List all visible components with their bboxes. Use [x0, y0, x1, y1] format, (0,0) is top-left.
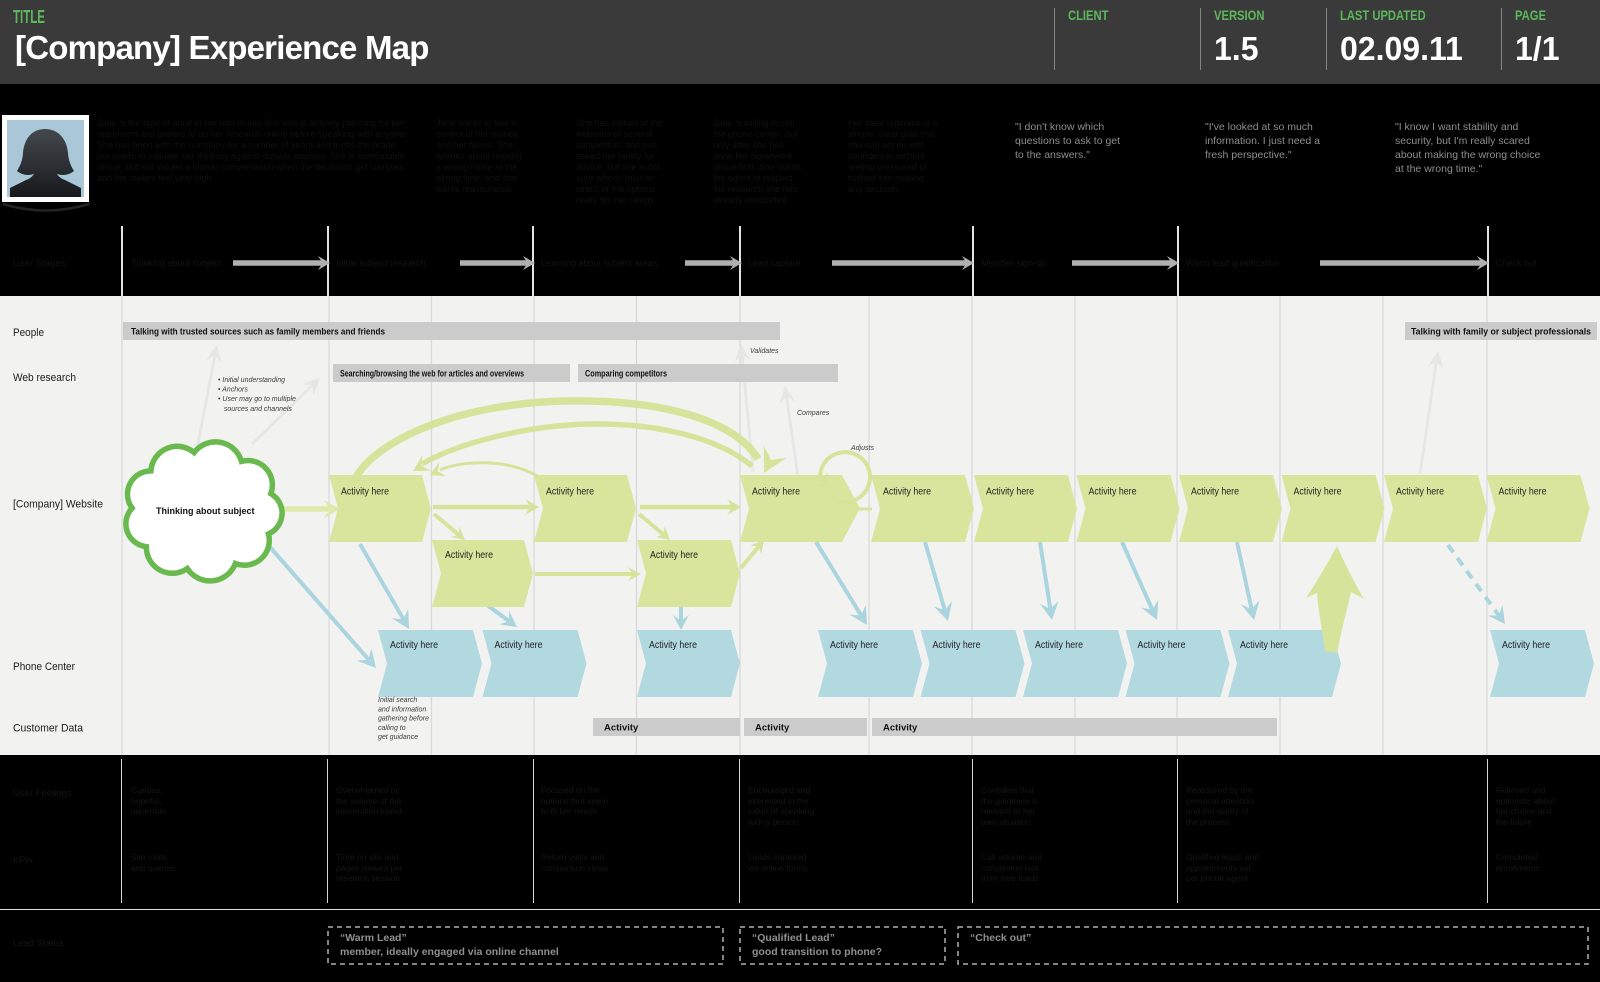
- svg-text:Customer Data: Customer Data: [13, 723, 84, 735]
- svg-text:People: People: [13, 327, 44, 339]
- svg-text:Activity here: Activity here: [933, 640, 981, 651]
- svg-text:Activity here: Activity here: [445, 550, 493, 561]
- svg-text:Thinking about subject: Thinking about subject: [131, 258, 222, 268]
- svg-text:Activity here: Activity here: [830, 640, 878, 651]
- svg-text:Talking with trusted sources s: Talking with trusted sources such as fam…: [131, 327, 385, 338]
- svg-text:[Company] Website: [Company] Website: [13, 499, 103, 511]
- svg-text:Activity here: Activity here: [986, 487, 1034, 498]
- svg-text:Comparing competitors: Comparing competitors: [585, 369, 667, 379]
- svg-text:Activity here: Activity here: [1499, 487, 1547, 498]
- svg-text:Activity here: Activity here: [341, 487, 389, 498]
- svg-text:calling to: calling to: [378, 725, 406, 732]
- svg-text:Activity: Activity: [883, 723, 918, 734]
- svg-text:Learning about subject areas: Learning about subject areas: [541, 258, 658, 268]
- svg-text:get guidance: get guidance: [378, 734, 418, 741]
- svg-text:Activity here: Activity here: [650, 550, 698, 561]
- svg-text:Validates: Validates: [750, 348, 779, 355]
- svg-text:Activity here: Activity here: [390, 640, 438, 651]
- svg-text:Activity here: Activity here: [1240, 640, 1288, 651]
- svg-text:Lead capture: Lead capture: [748, 258, 801, 268]
- svg-text:Web research: Web research: [13, 372, 76, 384]
- svg-text:sources and channels: sources and channels: [218, 406, 292, 413]
- svg-text:Activity: Activity: [604, 723, 639, 734]
- svg-text:gathering before: gathering before: [378, 716, 429, 723]
- svg-text:Adjusts: Adjusts: [850, 445, 874, 452]
- svg-text:Initial subject research: Initial subject research: [336, 258, 426, 268]
- svg-text:Activity here: Activity here: [546, 487, 594, 498]
- svg-text:Activity here: Activity here: [1502, 640, 1550, 651]
- svg-text:Activity: Activity: [755, 723, 790, 734]
- svg-text:Activity here: Activity here: [1191, 487, 1239, 498]
- svg-text:Activity here: Activity here: [752, 487, 800, 498]
- svg-text:• User may go to multiple: • User may go to multiple: [218, 396, 296, 403]
- svg-text:Activity here: Activity here: [1089, 487, 1137, 498]
- svg-text:User Stages: User Stages: [13, 258, 66, 269]
- svg-text:Activity here: Activity here: [495, 640, 543, 651]
- svg-text:Searching/browsing the web for: Searching/browsing the web for articles …: [340, 369, 524, 379]
- svg-text:Activity here: Activity here: [1035, 640, 1083, 651]
- svg-text:and information: and information: [378, 706, 426, 713]
- svg-text:Member sign-up: Member sign-up: [981, 258, 1046, 268]
- svg-text:• Initial understanding: • Initial understanding: [218, 377, 285, 384]
- svg-text:Warm lead qualification: Warm lead qualification: [1186, 258, 1279, 268]
- svg-text:Compares: Compares: [797, 410, 830, 417]
- svg-text:Thinking about subject: Thinking about subject: [156, 506, 255, 516]
- svg-text:Initial search: Initial search: [378, 697, 417, 704]
- svg-text:Activity here: Activity here: [1396, 487, 1444, 498]
- svg-text:Talking with family or subject: Talking with family or subject professio…: [1411, 327, 1591, 337]
- svg-text:Activity here: Activity here: [649, 640, 697, 651]
- svg-text:Check out: Check out: [1496, 258, 1537, 268]
- svg-text:Activity here: Activity here: [883, 487, 931, 498]
- svg-text:Phone Center: Phone Center: [13, 661, 75, 673]
- svg-text:• Anchors: • Anchors: [218, 387, 248, 394]
- svg-text:Activity here: Activity here: [1294, 487, 1342, 498]
- svg-text:Activity here: Activity here: [1138, 640, 1186, 651]
